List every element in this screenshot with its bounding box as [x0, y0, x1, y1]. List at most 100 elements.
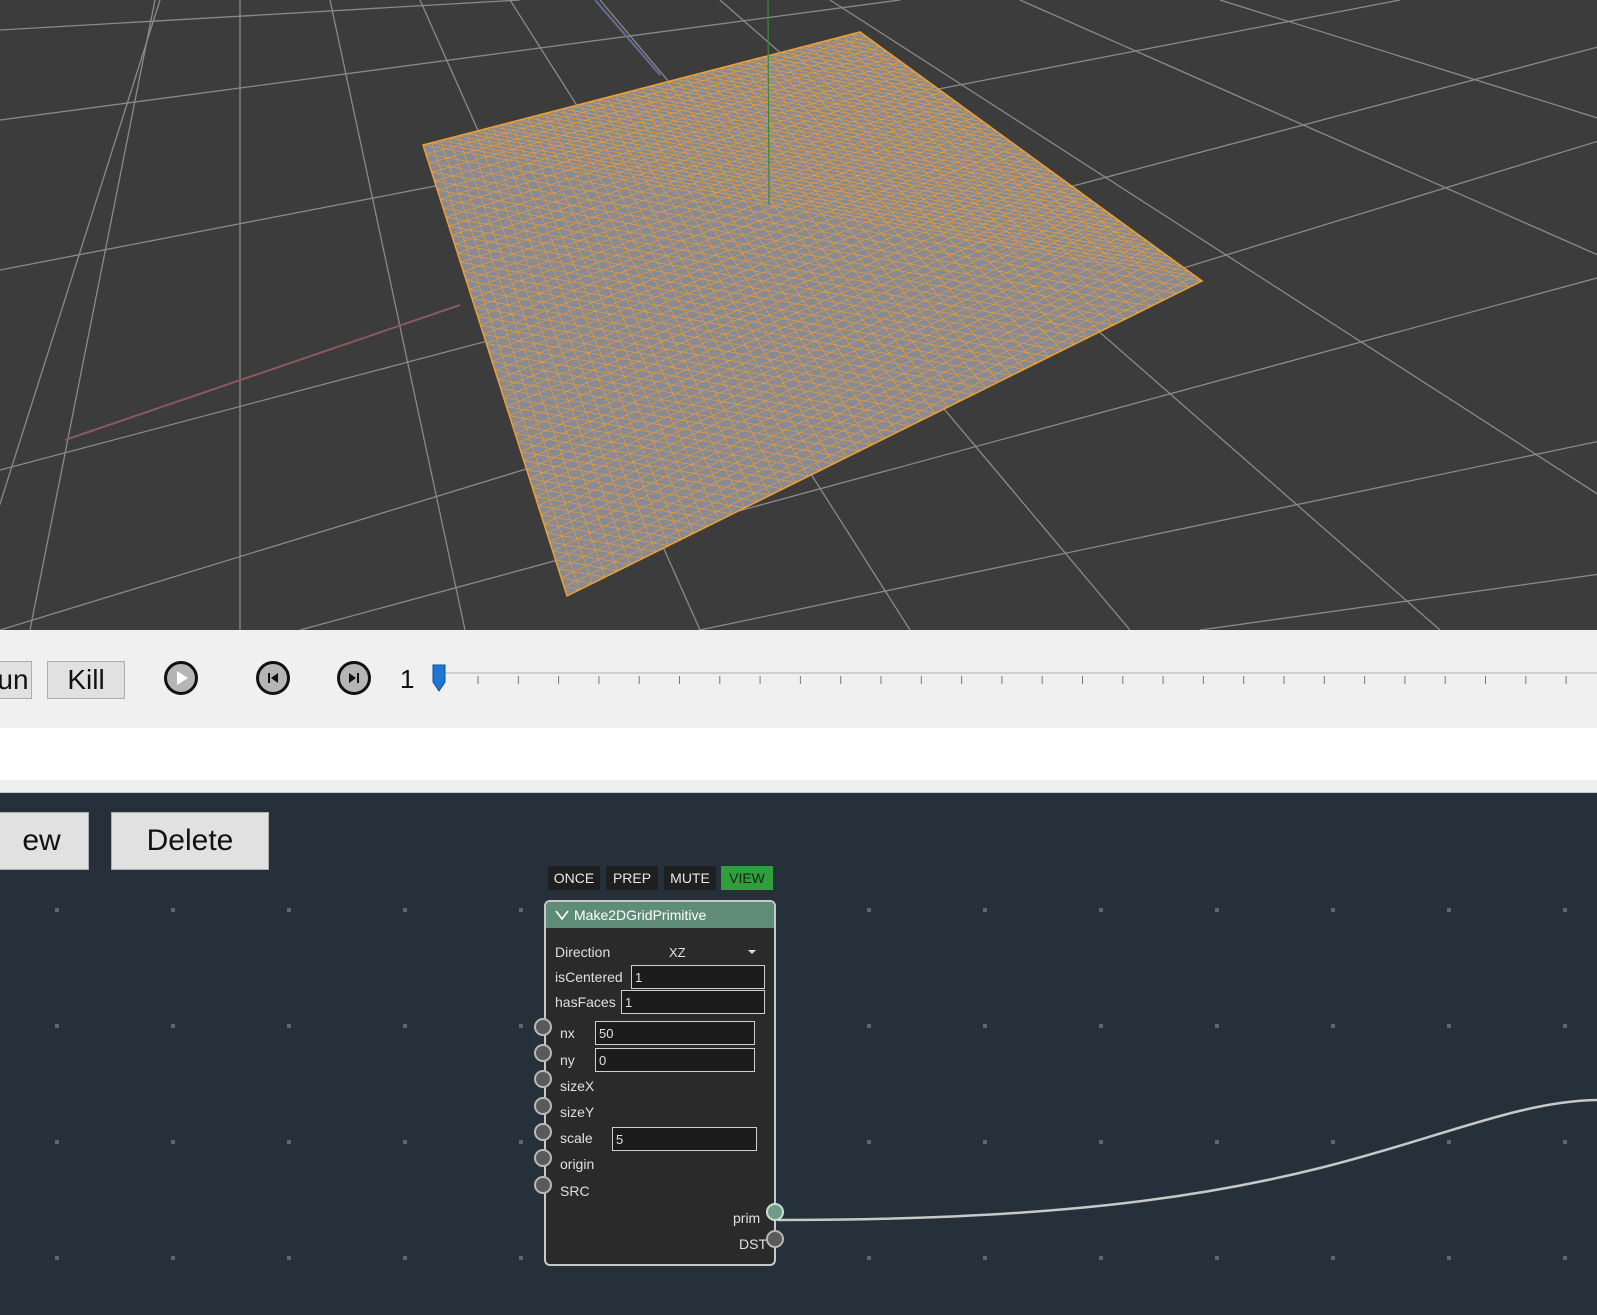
socket-origin[interactable]: [534, 1149, 552, 1167]
socket-ny[interactable]: [534, 1044, 552, 1062]
scale-field[interactable]: 5: [612, 1127, 757, 1151]
direction-select[interactable]: XZ: [665, 942, 763, 962]
grid-dot: [171, 1024, 175, 1028]
socket-sizex[interactable]: [534, 1070, 552, 1088]
grid-dot: [1563, 1140, 1567, 1144]
delete-button[interactable]: Delete: [111, 812, 269, 870]
nx-label: nx: [560, 1025, 575, 1041]
grid-dot: [1563, 908, 1567, 912]
grid-dot: [55, 908, 59, 912]
grid-dot: [287, 1140, 291, 1144]
grid-dot: [1331, 1256, 1335, 1260]
step-back-button[interactable]: [256, 661, 290, 695]
hasfaces-label: hasFaces: [555, 994, 616, 1010]
grid-dot: [1447, 1024, 1451, 1028]
scale-label: scale: [560, 1130, 593, 1146]
flag-once[interactable]: ONCE: [548, 866, 600, 890]
graph-background: [55, 908, 1597, 1260]
flag-prep[interactable]: PREP: [606, 866, 658, 890]
viewport-canvas[interactable]: [0, 0, 1597, 630]
x-axis-line: [64, 304, 461, 441]
iscentered-label: isCentered: [555, 969, 623, 985]
frame-number: 1: [400, 664, 415, 694]
grid-dot: [1215, 1140, 1219, 1144]
grid-line: [0, 0, 521, 31]
iscentered-field[interactable]: 1: [631, 965, 765, 989]
socket-src[interactable]: [534, 1176, 552, 1194]
grid-dot: [1215, 908, 1219, 912]
node-title-bar[interactable]: Make2DGridPrimitive: [546, 902, 774, 928]
chevron-down-icon[interactable]: [554, 908, 570, 922]
sizex-label: sizeX: [560, 1078, 595, 1094]
socket-scale[interactable]: [534, 1123, 552, 1141]
grid-dot: [1447, 908, 1451, 912]
nx-field[interactable]: 50: [595, 1021, 755, 1045]
step-forward-button[interactable]: [337, 661, 371, 695]
grid-dot: [519, 1024, 523, 1028]
step-back-icon: [268, 673, 278, 683]
grid-dot: [1215, 1024, 1219, 1028]
grid-dot: [1331, 1024, 1335, 1028]
flag-mute[interactable]: MUTE: [664, 866, 716, 890]
dropdown-arrow-icon: [748, 950, 756, 954]
grid-dot: [1099, 1140, 1103, 1144]
grid-dot: [403, 1140, 407, 1144]
grid-dot: [519, 1140, 523, 1144]
grid-dot: [287, 1256, 291, 1260]
grid-dot: [1563, 1024, 1567, 1028]
status-area: [0, 728, 1597, 780]
node-title: Make2DGridPrimitive: [574, 907, 707, 923]
grid-dot: [1099, 1024, 1103, 1028]
direction-label: Direction: [555, 944, 611, 960]
grid-dot: [867, 1140, 871, 1144]
z-axis-line: [594, 0, 661, 76]
socket-prim-output[interactable]: [766, 1203, 784, 1221]
grid-dot: [403, 908, 407, 912]
grid-dot: [171, 1256, 175, 1260]
graph-dot-grid: [55, 908, 1567, 1260]
grid-dot: [403, 1256, 407, 1260]
timeline-handle[interactable]: [432, 664, 446, 696]
socket-nx[interactable]: [534, 1018, 552, 1036]
grid-dot: [983, 1256, 987, 1260]
splitter[interactable]: [0, 780, 1597, 793]
grid-dot: [55, 1140, 59, 1144]
grid-dot: [287, 1024, 291, 1028]
hasfaces-field[interactable]: 1: [621, 990, 765, 1014]
play-icon: [177, 671, 188, 685]
grid-dot: [519, 1256, 523, 1260]
grid-dot: [1331, 1140, 1335, 1144]
grid-dot: [867, 1024, 871, 1028]
grid-mesh[interactable]: [422, 31, 1204, 598]
grid-dot: [171, 1140, 175, 1144]
grid-dot: [867, 908, 871, 912]
grid-dot: [55, 1256, 59, 1260]
node-graph-canvas[interactable]: [0, 793, 1597, 1315]
grid-dot: [983, 1024, 987, 1028]
node-make2dgridprimitive[interactable]: Make2DGridPrimitive Direction XZ isCente…: [534, 900, 784, 1266]
grid-dot: [1099, 908, 1103, 912]
socket-sizey[interactable]: [534, 1097, 552, 1115]
grid-dot: [171, 908, 175, 912]
step-forward-icon: [349, 673, 359, 683]
ny-label: ny: [560, 1052, 575, 1068]
grid-line: [29, 0, 156, 630]
grid-line: [329, 0, 466, 630]
connection-wire[interactable]: [777, 1098, 1597, 1222]
kill-button[interactable]: Kill: [47, 661, 125, 699]
3d-viewport[interactable]: [0, 0, 1597, 630]
prim-label: prim: [733, 1210, 761, 1226]
dst-label: DST: [739, 1236, 767, 1252]
grid-dot: [983, 908, 987, 912]
socket-dst-output[interactable]: [766, 1230, 784, 1248]
grid-line: [1219, 0, 1597, 119]
timeline-ticks: [477, 676, 1567, 684]
new-button[interactable]: ew: [0, 812, 89, 870]
run-button[interactable]: un: [0, 661, 32, 699]
flag-view[interactable]: VIEW: [721, 866, 773, 890]
play-button[interactable]: [164, 661, 198, 695]
grid-dot: [519, 908, 523, 912]
ny-field[interactable]: 0: [595, 1048, 755, 1072]
grid-dot: [1331, 908, 1335, 912]
grid-dot: [1563, 1256, 1567, 1260]
